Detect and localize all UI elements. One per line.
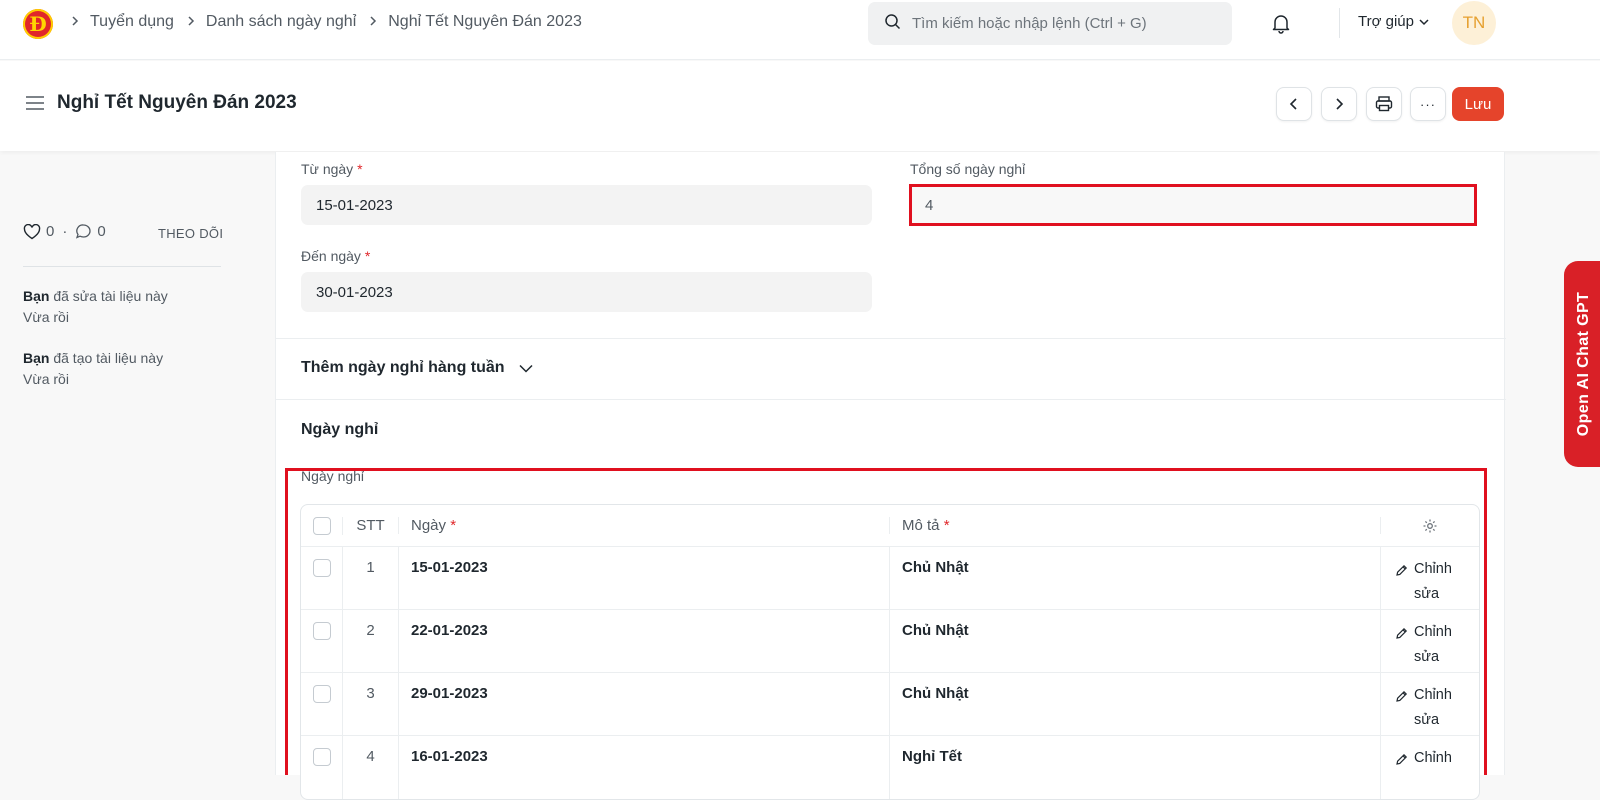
printer-icon (1375, 96, 1393, 112)
breadcrumb: Tuyển dụng Danh sách ngày nghỉ Nghỉ Tết … (70, 13, 594, 31)
activity-actor: Bạn (23, 350, 50, 366)
total-holidays-label: Tổng số ngày nghỉ (910, 161, 1026, 177)
weekly-off-section-label: Thêm ngày nghỉ hàng tuần (301, 359, 505, 376)
from-date-field[interactable]: 15-01-2023 (301, 185, 872, 225)
activity-item: Bạn đã sửa tài liệu này Vừa rồi (23, 286, 168, 328)
logo-letter: Đ (29, 12, 47, 36)
chat-gpt-tab[interactable]: Open AI Chat GPT (1564, 261, 1600, 467)
chevron-right-icon (70, 14, 80, 30)
previous-doc-button[interactable] (1276, 87, 1312, 121)
more-icon: ··· (1420, 96, 1436, 112)
activity-time: Vừa rồi (23, 371, 69, 387)
required-mark: * (364, 248, 371, 264)
chevron-down-icon (519, 364, 533, 373)
search-placeholder: Tìm kiếm hoặc nhập lệnh (Ctrl + G) (912, 15, 1147, 32)
chevron-right-icon (368, 14, 378, 30)
separator-dot: · (62, 223, 68, 240)
save-button[interactable]: Lưu (1452, 87, 1504, 121)
sidebar-toggle-icon[interactable] (25, 95, 45, 116)
social-stats: 0 · 0 (23, 223, 106, 240)
activity-actor: Bạn (23, 288, 50, 304)
help-dropdown[interactable]: Trợ giúp (1358, 13, 1429, 30)
more-actions-button[interactable]: ··· (1410, 87, 1446, 121)
top-navbar: Đ Tuyển dụng Danh sách ngày nghỉ Nghỉ Tế… (0, 0, 1600, 60)
page-header: Nghỉ Tết Nguyên Đán 2023 ··· Lưu (0, 61, 1600, 151)
divider (1339, 8, 1340, 38)
avatar[interactable]: TN (1452, 1, 1496, 45)
chevron-down-icon (1419, 18, 1429, 25)
weekly-off-section-toggle[interactable]: Thêm ngày nghỉ hàng tuần (301, 359, 533, 377)
highlight-box (285, 468, 1487, 775)
like-count: 0 (46, 223, 55, 240)
divider (23, 266, 221, 267)
to-date-label-text: Đến ngày (301, 248, 361, 264)
activity-item: Bạn đã tạo tài liệu này Vừa rồi (23, 348, 163, 390)
activity-text: đã sửa tài liệu này (53, 288, 168, 304)
form-sidebar: 0 · 0 THEO DÕI Bạn đã sửa tài liệu này V… (0, 152, 275, 775)
search-icon (884, 13, 912, 35)
holidays-section-title: Ngày nghỉ (301, 421, 379, 438)
breadcrumb-item-recruitment[interactable]: Tuyển dụng (90, 13, 174, 31)
to-date-label: Đến ngày * (301, 248, 370, 264)
comment-count: 0 (97, 223, 106, 240)
print-button[interactable] (1366, 87, 1402, 121)
search-input[interactable]: Tìm kiếm hoặc nhập lệnh (Ctrl + G) (868, 2, 1232, 45)
next-doc-button[interactable] (1321, 87, 1357, 121)
heart-icon[interactable] (23, 223, 41, 240)
activity-text: đã tạo tài liệu này (53, 350, 164, 366)
from-date-label: Từ ngày * (301, 161, 363, 177)
breadcrumb-item-current[interactable]: Nghỉ Tết Nguyên Đán 2023 (388, 13, 582, 31)
follow-button[interactable]: THEO DÕI (158, 226, 223, 241)
chevron-right-icon (1336, 98, 1344, 110)
chevron-left-icon (1289, 98, 1297, 110)
chevron-right-icon (186, 14, 196, 30)
app-logo[interactable]: Đ (23, 9, 53, 39)
from-date-label-text: Từ ngày (301, 161, 354, 177)
help-label: Trợ giúp (1358, 13, 1414, 30)
to-date-field[interactable]: 30-01-2023 (301, 272, 872, 312)
page-title: Nghỉ Tết Nguyên Đán 2023 (57, 92, 297, 113)
activity-time: Vừa rồi (23, 309, 69, 325)
section-divider (276, 399, 1506, 400)
chat-gpt-label: Open AI Chat GPT (1575, 291, 1592, 437)
breadcrumb-item-holiday-list[interactable]: Danh sách ngày nghỉ (206, 13, 356, 31)
comment-icon[interactable] (75, 223, 92, 240)
highlight-box (909, 184, 1477, 226)
required-mark: * (357, 161, 363, 177)
notification-bell-icon[interactable] (1270, 12, 1292, 39)
section-divider (276, 338, 1506, 339)
